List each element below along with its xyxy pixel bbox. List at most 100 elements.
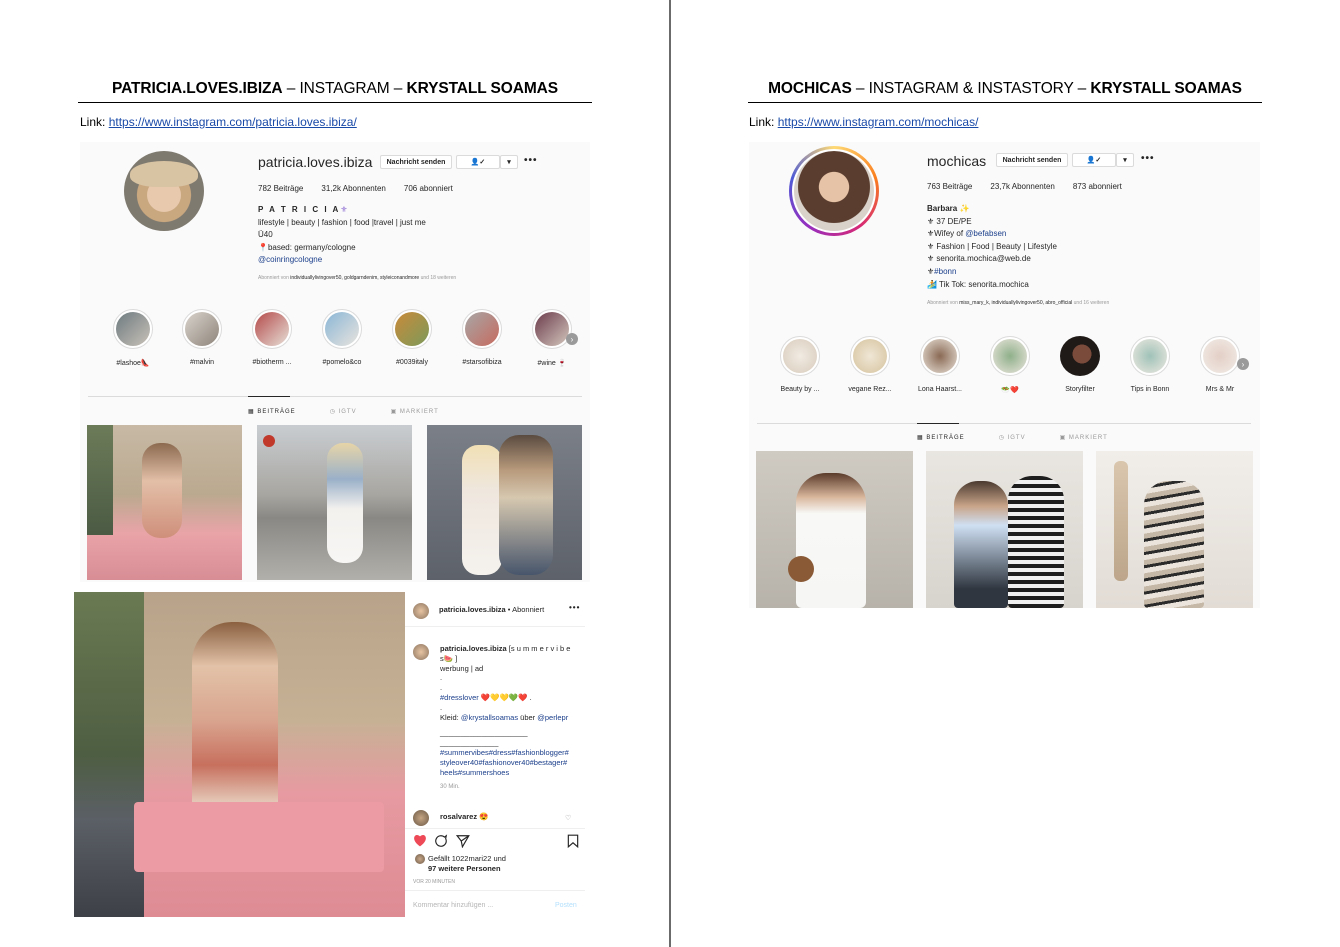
caption-username[interactable]: patricia.loves.ibiza xyxy=(440,644,507,653)
avatar[interactable] xyxy=(413,644,429,660)
bio-link[interactable]: @coinringcologne xyxy=(258,254,426,267)
followers-count[interactable]: 23,7k Abonnenten xyxy=(990,182,1055,191)
mention[interactable]: @perlepr xyxy=(537,713,568,722)
post-thumbnail[interactable] xyxy=(87,425,242,580)
likes-line[interactable]: Gefällt 1022mari22 und xyxy=(428,854,506,864)
bio-mention[interactable]: @befabsen xyxy=(965,229,1006,238)
highlight-item[interactable]: #pomelo&co xyxy=(320,309,364,366)
post-thumbnail[interactable] xyxy=(926,451,1083,608)
highlight-label: #malvin xyxy=(189,359,215,366)
followed-by-names[interactable]: individuallylivingover50, goldgarndenim,… xyxy=(290,275,419,281)
highlight-item[interactable]: #starsofibiza xyxy=(460,309,504,366)
post-image[interactable] xyxy=(74,592,405,917)
followers-count[interactable]: 31,2k Abonnenten xyxy=(321,184,386,193)
more-options-icon[interactable]: ••• xyxy=(1141,153,1155,164)
profile-link-line: Link: https://www.instagram.com/patricia… xyxy=(80,115,357,129)
page-title: MOCHICAS – INSTAGRAM & INSTASTORY – KRYS… xyxy=(748,80,1262,98)
profile-link[interactable]: https://www.instagram.com/patricia.loves… xyxy=(109,115,357,129)
post-thumbnail[interactable] xyxy=(257,425,412,580)
avatar[interactable] xyxy=(413,810,429,826)
title-brand: KRYSTALL SOAMAS xyxy=(406,80,558,97)
person-figure xyxy=(954,481,1008,608)
tab-posts[interactable]: ▦ BEITRÄGE xyxy=(917,434,965,441)
hashtag-line[interactable]: #summervibes#dress#fashionblogger# xyxy=(440,748,574,758)
caption-line: [s u m m e r v i b e xyxy=(508,644,571,653)
title-brand: KRYSTALL SOAMAS xyxy=(1090,80,1242,97)
highlight-item[interactable]: #lashoe👠 xyxy=(111,309,155,367)
profile-avatar[interactable] xyxy=(789,146,879,236)
following-count[interactable]: 706 abonniert xyxy=(404,184,453,193)
heart-filled-icon[interactable] xyxy=(413,834,427,847)
highlight-item[interactable]: Mrs & Mr xyxy=(1198,336,1242,393)
follow-status-button[interactable]: 👤✓ xyxy=(1072,153,1116,167)
highlight-item[interactable]: 🥗❤️ xyxy=(988,336,1032,394)
highlight-item[interactable]: Tips in Bonn xyxy=(1128,336,1172,393)
caption-line: werbung | ad xyxy=(440,663,484,673)
highlight-item[interactable]: Storyfilter xyxy=(1058,336,1102,393)
tab-tagged[interactable]: ▣ MARKIERT xyxy=(391,408,439,415)
highlight-label: 🥗❤️ xyxy=(1001,387,1019,394)
bio-line: lifestyle | beauty | fashion | food |tra… xyxy=(258,217,426,227)
post-thumbnail[interactable] xyxy=(1096,451,1253,608)
instagram-profile-screenshot: patricia.loves.ibiza Nachricht senden 👤✓… xyxy=(80,142,590,582)
share-icon[interactable] xyxy=(456,834,470,848)
followed-by: Abonniert von individuallylivingover50, … xyxy=(258,275,456,281)
highlight-item[interactable]: Beauty by ... xyxy=(778,336,822,393)
tab-igtv[interactable]: ◷ IGTV xyxy=(999,434,1026,441)
message-button[interactable]: Nachricht senden xyxy=(996,153,1068,167)
hashtag[interactable]: #dresslover xyxy=(440,693,479,702)
posts-count: 782 Beiträge xyxy=(258,184,304,193)
highlight-label: Lona Haarst... xyxy=(918,386,962,393)
dropdown-button[interactable]: ▾ xyxy=(1116,153,1134,167)
profile-avatar[interactable] xyxy=(124,151,204,231)
message-button[interactable]: Nachricht senden xyxy=(380,155,452,169)
bio-hashtag[interactable]: #bonn xyxy=(934,267,956,276)
likes-line[interactable]: 97 weitere Personen xyxy=(428,864,506,874)
caption-separator: ______________ xyxy=(440,738,499,748)
post-thumbnail[interactable] xyxy=(427,425,582,580)
hashtag-line[interactable]: styleover40#fashionover40#bestager# xyxy=(440,758,574,768)
heart-outline-icon[interactable]: ♡ xyxy=(565,814,571,822)
tab-tagged[interactable]: ▣ MARKIERT xyxy=(1060,434,1108,441)
profile-tabs: ▦ BEITRÄGE ◷ IGTV ▣ MARKIERT xyxy=(248,408,439,415)
highlight-item[interactable]: Lona Haarst... xyxy=(918,336,962,393)
profile-link-line: Link: https://www.instagram.com/mochicas… xyxy=(749,115,978,129)
profile-bio: Barbara ✨ ⚜ 37 DE/PE ⚜Wifey of @befabsen… xyxy=(927,203,1057,291)
tab-divider xyxy=(88,396,582,397)
profile-stats: 763 Beiträge 23,7k Abonnenten 873 abonni… xyxy=(927,182,1122,191)
post-comment-button[interactable]: Posten xyxy=(555,902,577,909)
highlight-item[interactable]: vegane Rez... xyxy=(848,336,892,393)
highlight-item[interactable]: #biotherm ... xyxy=(250,309,294,366)
more-options-icon[interactable]: ••• xyxy=(569,603,580,612)
highlight-item[interactable]: #0039italy xyxy=(390,309,434,366)
more-options-icon[interactable]: ••• xyxy=(524,155,538,166)
posts-count: 763 Beiträge xyxy=(927,182,973,191)
profile-link[interactable]: https://www.instagram.com/mochicas/ xyxy=(778,115,979,129)
avatar[interactable] xyxy=(413,603,429,619)
comment-input[interactable]: Kommentar hinzufügen ... xyxy=(413,902,493,909)
dropdown-button[interactable]: ▾ xyxy=(500,155,518,169)
sign-shape xyxy=(263,435,275,447)
bookmark-icon[interactable] xyxy=(567,834,579,848)
bio-line: Ü40 xyxy=(258,230,273,240)
chevron-right-icon[interactable]: › xyxy=(1237,358,1249,370)
tab-posts[interactable]: ▦ BEITRÄGE xyxy=(248,408,296,415)
person-figure xyxy=(499,435,553,575)
caption-text: über xyxy=(518,712,538,722)
chevron-right-icon[interactable]: › xyxy=(566,333,578,345)
tab-igtv[interactable]: ◷ IGTV xyxy=(330,408,357,415)
hashtag-line[interactable]: heels#summershoes xyxy=(440,768,574,778)
mention[interactable]: @krystallsoamas xyxy=(461,713,518,722)
active-tab-indicator xyxy=(248,396,290,397)
comment-username[interactable]: rosalvarez xyxy=(440,812,477,821)
highlight-label: #wine 🍷 xyxy=(537,360,567,367)
link-label: Link: xyxy=(80,115,109,129)
follow-status-button[interactable]: 👤✓ xyxy=(456,155,500,169)
profile-name: Barbara ✨ xyxy=(927,204,970,213)
post-thumbnail[interactable] xyxy=(756,451,913,608)
followed-by-names[interactable]: miss_mary_k, individuallylivingover50, a… xyxy=(959,300,1072,306)
following-count[interactable]: 873 abonniert xyxy=(1073,182,1122,191)
highlight-item[interactable]: #malvin xyxy=(180,309,224,366)
post-username[interactable]: patricia.loves.ibiza xyxy=(439,605,506,614)
comment-icon[interactable] xyxy=(434,834,448,848)
